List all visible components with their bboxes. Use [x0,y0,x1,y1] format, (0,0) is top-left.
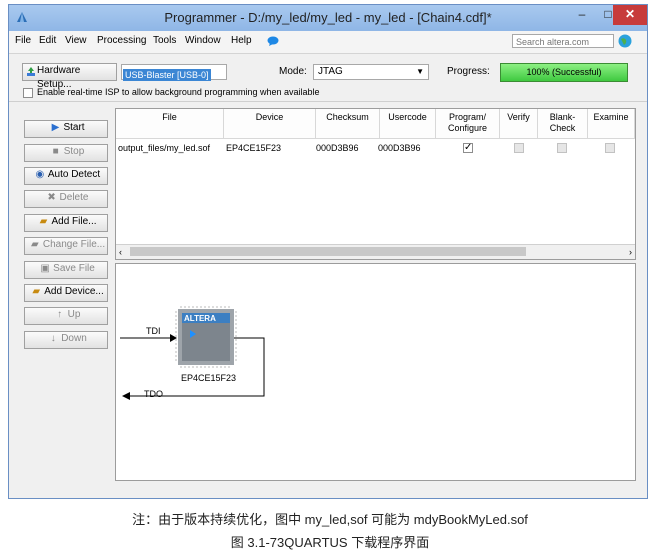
up-arrow-icon: ↑ [57,309,63,320]
chip-brand-label: ALTERA [184,314,216,323]
programmer-window: Programmer - D:/my_led/my_led - my_led -… [8,4,648,499]
mode-select[interactable]: JTAG ▼ [313,64,429,80]
device-table: File Device Checksum Usercode Program/ C… [115,108,636,260]
down-button[interactable]: ↓ Down [24,331,108,349]
up-label: Up [67,309,81,320]
horizontal-scrollbar[interactable]: ‹ › [116,244,635,259]
up-button[interactable]: ↑ Up [24,307,108,325]
save-icon: ▣ [40,263,50,274]
figure-caption: 图 3.1-73QUARTUS 下载程序界面 [230,535,430,550]
blank-check-checkbox[interactable] [557,143,567,153]
progress-label: Progress: [447,66,490,77]
caption-note: 注：由于版本持续优化，图中 my_led,sof 可能为 mdyBookMyLe… [132,512,528,527]
mode-label: Mode: [279,66,307,77]
menu-window[interactable]: Window [185,35,221,46]
hardware-toolbar: Hardware Setup... USB-Blaster [USB-0] Mo… [9,54,647,102]
column-header-device[interactable]: Device [224,109,316,139]
column-header-checksum[interactable]: Checksum [316,109,380,139]
add-device-icon: ▰ [32,286,41,297]
add-file-button[interactable]: ▰ Add File... [24,214,108,232]
play-icon: ▶ [51,122,60,133]
cell-file: output_files/my_led.sof [118,143,211,153]
delete-button[interactable]: ✖ Delete [24,190,108,208]
delete-label: Delete [59,192,89,203]
stop-label: Stop [63,146,85,157]
column-header-blank-check[interactable]: Blank- Check [538,109,588,139]
change-file-icon: ▰ [31,239,39,250]
status-bar [9,484,647,498]
menu-tools[interactable]: Tools [153,35,176,46]
mode-value: JTAG [318,66,343,77]
scroll-thumb[interactable] [130,247,526,256]
change-file-label: Change File... [42,239,106,250]
minimize-button[interactable]: – [569,5,595,25]
menu-help[interactable]: Help [231,35,252,46]
save-file-button[interactable]: ▣ Save File [24,261,108,279]
binoculars-icon: ◉ [35,169,45,180]
save-file-label: Save File [53,263,95,274]
stop-icon: ■ [52,146,59,157]
examine-checkbox[interactable] [605,143,615,153]
scroll-left-icon[interactable]: ‹ [119,245,122,259]
column-header-program-configure[interactable]: Program/ Configure [436,109,500,139]
title-bar: Programmer - D:/my_led/my_led - my_led -… [9,5,647,31]
menu-processing[interactable]: Processing [97,35,146,46]
add-device-label: Add Device... [44,286,104,297]
column-header-verify[interactable]: Verify [500,109,538,139]
help-bubble-icon[interactable] [267,36,279,46]
add-file-label: Add File... [51,216,97,227]
verify-checkbox[interactable] [514,143,524,153]
isp-checkbox[interactable] [23,88,33,98]
cell-usercode: 000D3B96 [378,143,421,153]
scroll-right-icon[interactable]: › [629,245,632,259]
down-label: Down [61,333,87,344]
isp-checkbox-label: Enable real-time ISP to allow background… [37,87,320,97]
globe-icon[interactable] [618,34,632,48]
menu-file[interactable]: File [15,35,31,46]
close-button[interactable]: ✕ [613,5,647,25]
menu-view[interactable]: View [65,35,87,46]
hardware-field[interactable]: USB-Blaster [USB-0] [121,64,227,81]
hardware-value: USB-Blaster [USB-0] [123,69,211,81]
menu-edit[interactable]: Edit [39,35,56,46]
progress-bar: 100% (Successful) [500,63,628,82]
tdi-label: TDI [146,326,161,336]
column-header-file[interactable]: File [116,109,224,139]
cell-checksum: 000D3B96 [316,143,359,153]
add-device-button[interactable]: ▰ Add Device... [24,284,108,302]
stop-button[interactable]: ■ Stop [24,144,108,162]
down-arrow-icon: ↓ [50,333,56,344]
change-file-button[interactable]: ▰ Change File... [24,237,108,255]
auto-detect-button[interactable]: ◉ Auto Detect [24,167,108,185]
search-input[interactable]: Search altera.com [512,34,614,48]
dropdown-arrow-icon: ▼ [416,67,424,76]
cell-device: EP4CE15F23 [226,143,282,153]
start-label: Start [63,122,85,133]
start-button[interactable]: ▶ Start [24,120,108,138]
column-header-usercode[interactable]: Usercode [380,109,436,139]
add-file-icon: ▰ [39,216,48,227]
chip-name-label: EP4CE15F23 [181,373,237,383]
hardware-setup-button[interactable]: Hardware Setup... [22,63,117,90]
menu-bar: File Edit View Processing Tools Window H… [9,31,647,54]
jtag-chain-view: TDI TDO ALTERA EP4CE15F23 [115,263,636,481]
auto-detect-label: Auto Detect [47,169,101,180]
hardware-setup-icon [27,67,35,76]
column-header-examine[interactable]: Examine [588,109,635,139]
chain-diagram [120,306,265,400]
program-configure-checkbox[interactable]: ✓ [463,143,473,153]
window-title: Programmer - D:/my_led/my_led - my_led -… [164,10,492,25]
tdo-label: TDO [144,389,163,399]
delete-icon: ✖ [47,192,56,203]
